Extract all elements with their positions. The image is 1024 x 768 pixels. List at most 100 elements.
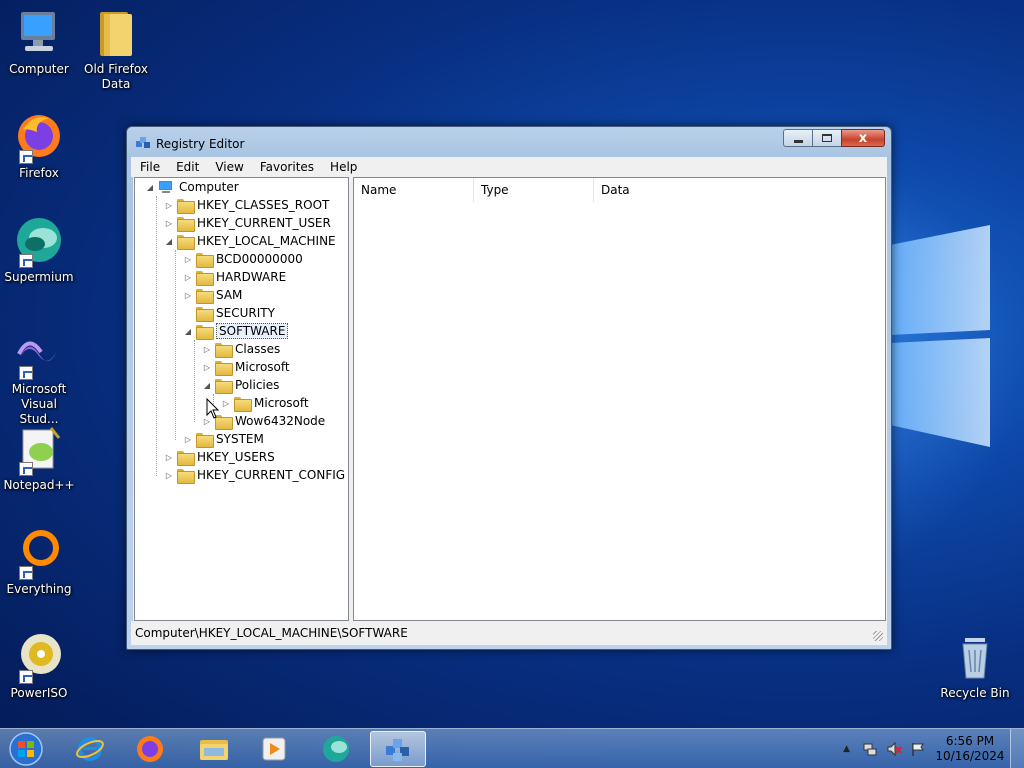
tree-item-microsoft[interactable]: ▷ Microsoft	[202, 358, 290, 376]
desktop-icon-label: Microsoft Visual Stud...	[11, 382, 67, 426]
desktop-icon-recycle-bin[interactable]: Recycle Bin	[936, 632, 1014, 701]
expand-arrow-icon[interactable]: ▷	[164, 218, 174, 228]
expand-arrow-icon[interactable]: ▷	[221, 398, 231, 408]
desktop-icon-everything[interactable]: Everything	[0, 528, 78, 597]
tree-guide	[175, 250, 176, 440]
client-area: ◢ Computer ▷ HKEY_CLASSES_ROOT ▷ HKEY_CU…	[133, 177, 887, 621]
expand-arrow-icon[interactable]: ▷	[164, 470, 174, 480]
shortcut-arrow-icon	[19, 366, 33, 380]
desktop-icon-firefox[interactable]: Firefox	[0, 112, 78, 181]
tree-item-hkey-local-machine[interactable]: ◢ HKEY_LOCAL_MACHINE	[164, 232, 336, 250]
taskbar-supermium[interactable]	[308, 731, 364, 767]
desktop-icon-visual-studio[interactable]: Microsoft Visual Stud...	[0, 328, 78, 427]
taskbar-internet-explorer[interactable]	[62, 731, 118, 767]
taskbar-firefox[interactable]	[122, 731, 178, 767]
show-desktop-button[interactable]	[1010, 729, 1024, 768]
tree-item-hardware[interactable]: ▷ HARDWARE	[183, 268, 286, 286]
tree-item-label: Wow6432Node	[235, 414, 326, 428]
tree-item-software[interactable]: ◢ SOFTWARE	[183, 322, 289, 340]
clock-time: 6:56 PM	[945, 734, 995, 748]
expand-arrow-icon[interactable]: ▷	[183, 434, 193, 444]
registry-editor-window[interactable]: Registry Editor x File Edit View Favorit…	[126, 126, 892, 650]
expand-arrow-icon[interactable]: ▷	[202, 344, 212, 354]
maximize-button[interactable]	[812, 129, 841, 147]
action-center-flag-icon[interactable]	[910, 741, 926, 757]
tree-item-computer[interactable]: ◢ Computer	[145, 178, 239, 196]
menu-view[interactable]: View	[206, 160, 250, 174]
expand-arrow-icon[interactable]: ▷	[183, 272, 193, 282]
menu-favorites[interactable]: Favorites	[251, 160, 321, 174]
column-header-name[interactable]: Name	[354, 178, 474, 202]
tree-item-classes[interactable]: ▷ Classes	[202, 340, 280, 358]
tree-item-policies-microsoft[interactable]: ▷ Microsoft	[221, 394, 309, 412]
tree-item-wow6432node[interactable]: ▷ Wow6432Node	[202, 412, 325, 430]
desktop-icon-notepadpp[interactable]: Notepad++	[0, 424, 78, 493]
folder-icon	[196, 306, 214, 322]
collapse-arrow-icon[interactable]: ◢	[164, 236, 174, 246]
desktop-icon-supermium[interactable]: Supermium	[0, 216, 78, 285]
folder-icon	[215, 378, 233, 394]
registry-tree[interactable]: ◢ Computer ▷ HKEY_CLASSES_ROOT ▷ HKEY_CU…	[134, 177, 349, 621]
tree-item-hkey-current-config[interactable]: ▷ HKEY_CURRENT_CONFIG	[164, 466, 345, 484]
expand-arrow-icon[interactable]: ▷	[202, 362, 212, 372]
column-header-data[interactable]: Data	[594, 178, 885, 202]
tree-item-sam[interactable]: ▷ SAM	[183, 286, 242, 304]
volume-muted-icon[interactable]	[886, 741, 902, 757]
folder-icon	[177, 450, 195, 466]
folder-icon	[100, 12, 132, 56]
tree-item-bcd[interactable]: ▷ BCD00000000	[183, 250, 303, 268]
tree-item-label-selected: SOFTWARE	[216, 323, 289, 339]
window-controls: x	[783, 129, 885, 149]
close-button[interactable]: x	[841, 129, 885, 147]
folder-icon	[234, 396, 252, 412]
window-title: Registry Editor	[156, 137, 245, 151]
menu-edit[interactable]: Edit	[167, 160, 206, 174]
values-list[interactable]: Name Type Data	[353, 177, 886, 621]
tree-item-label: HKEY_USERS	[197, 450, 275, 464]
taskbar-registry-editor[interactable]	[370, 731, 426, 767]
tree-item-label: SYSTEM	[216, 432, 264, 446]
expand-arrow-icon[interactable]: ▷	[183, 290, 193, 300]
desktop-icon-computer[interactable]: Computer	[0, 8, 78, 77]
folder-icon	[177, 198, 195, 214]
desktop-icon-label: Firefox	[19, 166, 59, 180]
tree-item-security[interactable]: SECURITY	[183, 304, 275, 322]
tree-item-label: HKEY_CLASSES_ROOT	[197, 198, 330, 212]
column-header-type[interactable]: Type	[474, 178, 594, 202]
taskbar-file-explorer[interactable]	[186, 731, 242, 767]
minimize-button[interactable]	[783, 129, 812, 147]
folder-icon	[196, 432, 214, 448]
network-icon[interactable]	[862, 741, 878, 757]
tree-item-hkey-classes-root[interactable]: ▷ HKEY_CLASSES_ROOT	[164, 196, 329, 214]
collapse-arrow-icon[interactable]: ◢	[145, 182, 155, 192]
expand-arrow-icon[interactable]: ▷	[164, 200, 174, 210]
status-path: Computer\HKEY_LOCAL_MACHINE\SOFTWARE	[135, 626, 408, 640]
expand-arrow-icon[interactable]: ▷	[183, 254, 193, 264]
clock-date: 10/16/2024	[935, 749, 1005, 763]
tree-item-hkey-users[interactable]: ▷ HKEY_USERS	[164, 448, 275, 466]
tree-item-label: HKEY_CURRENT_CONFIG	[197, 468, 346, 482]
expand-arrow-icon[interactable]: ▷	[164, 452, 174, 462]
menu-help[interactable]: Help	[321, 160, 364, 174]
shortcut-arrow-icon	[19, 670, 33, 684]
folder-icon	[196, 252, 214, 268]
tree-item-label: SECURITY	[216, 306, 275, 320]
tree-item-hkey-current-user[interactable]: ▷ HKEY_CURRENT_USER	[164, 214, 331, 232]
taskbar-media-player[interactable]	[246, 731, 302, 767]
computer-icon	[21, 12, 55, 51]
tree-item-policies[interactable]: ◢ Policies	[202, 376, 279, 394]
collapse-arrow-icon[interactable]: ◢	[183, 326, 193, 336]
folder-icon	[196, 288, 214, 304]
start-button[interactable]	[4, 731, 48, 767]
shortcut-arrow-icon	[19, 150, 33, 164]
title-bar[interactable]: Registry Editor x	[127, 127, 891, 157]
desktop-icon-old-firefox-data[interactable]: Old Firefox Data	[77, 8, 155, 92]
show-hidden-icons-button[interactable]: ▲	[843, 744, 850, 754]
tree-item-system[interactable]: ▷ SYSTEM	[183, 430, 264, 448]
clock[interactable]: 6:56 PM 10/16/2024	[930, 734, 1010, 764]
desktop-icon-label: Everything	[6, 582, 72, 596]
desktop-icon-poweriso[interactable]: PowerISO	[0, 632, 78, 701]
menu-file[interactable]: File	[131, 160, 167, 174]
collapse-arrow-icon[interactable]: ◢	[202, 380, 212, 390]
resize-grip[interactable]	[873, 631, 883, 641]
